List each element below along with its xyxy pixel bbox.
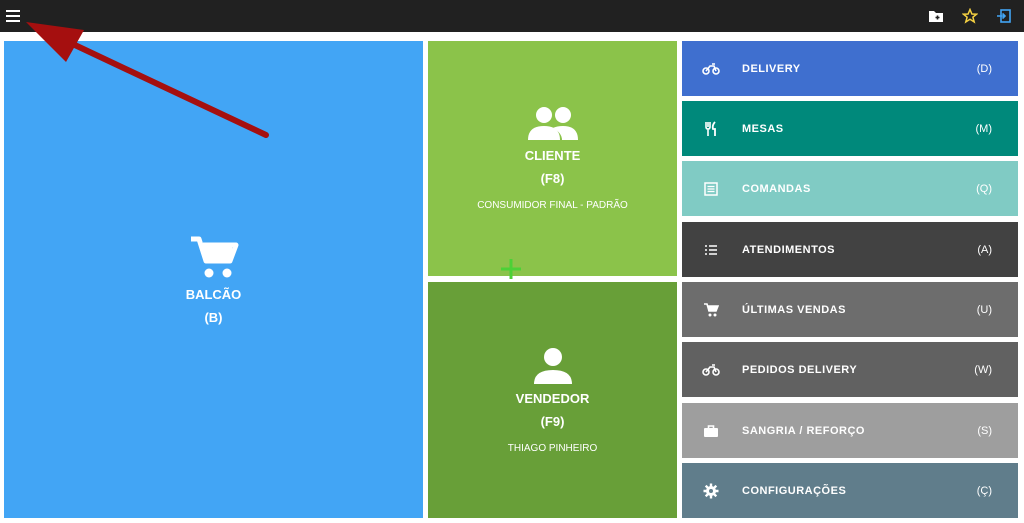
cliente-shortcut: (F8) xyxy=(540,171,565,186)
menu-pedidos-delivery-button[interactable]: PEDIDOS DELIVERY (W) xyxy=(682,342,1018,397)
list-box-icon xyxy=(702,180,720,198)
menu-ultimas-vendas-button[interactable]: ÚLTIMAS VENDAS (U) xyxy=(682,282,1018,337)
vendedor-shortcut: (F9) xyxy=(540,413,565,429)
person-icon xyxy=(533,347,572,384)
new-folder-icon[interactable] xyxy=(926,6,946,26)
vendedor-title: VENDEDOR xyxy=(515,390,590,406)
menu-label: DELIVERY xyxy=(742,62,801,75)
menu-icon[interactable] xyxy=(4,6,22,26)
menu-atendimentos-button[interactable]: ATENDIMENTOS (A) xyxy=(682,222,1018,277)
people-icon xyxy=(527,107,578,140)
balcao-shortcut: (B) xyxy=(204,309,223,325)
vendedor-name: THIAGO PINHEIRO xyxy=(507,442,598,454)
menu-label: ATENDIMENTOS xyxy=(742,243,835,256)
briefcase-icon xyxy=(702,422,720,440)
cliente-name: CONSUMIDOR FINAL - PADRÃO xyxy=(477,200,628,211)
menu-label: CONFIGURAÇÕES xyxy=(742,484,847,497)
motorcycle-icon xyxy=(702,60,720,78)
top-actions xyxy=(926,6,1014,26)
cliente-tile[interactable]: CLIENTE (F8) CONSUMIDOR FINAL - PADRÃO xyxy=(428,41,677,276)
menu-sangria-reforco-button[interactable]: SANGRIA / REFORÇO (S) xyxy=(682,403,1018,458)
menu-shortcut: (A) xyxy=(977,243,992,256)
vendedor-tile[interactable]: VENDEDOR (F9) THIAGO PINHEIRO xyxy=(428,282,677,518)
shopping-cart-icon xyxy=(190,236,238,277)
menu-shortcut: (W) xyxy=(974,363,992,376)
menu-label: SANGRIA / REFORÇO xyxy=(742,424,865,437)
balcao-tile[interactable]: BALCÃO (B) xyxy=(4,41,423,518)
menu-shortcut: (D) xyxy=(976,62,992,75)
menu-shortcut: (Ç) xyxy=(976,484,992,497)
list-icon xyxy=(702,241,720,259)
menu-shortcut: (S) xyxy=(977,424,992,437)
menu-configuracoes-button[interactable]: CONFIGURAÇÕES (Ç) xyxy=(682,463,1018,518)
menu-label: ÚLTIMAS VENDAS xyxy=(742,303,846,316)
star-outline-icon[interactable] xyxy=(960,6,980,26)
menu-delivery-button[interactable]: DELIVERY (D) xyxy=(682,41,1018,96)
motorcycle-icon xyxy=(702,361,720,379)
cliente-title: CLIENTE xyxy=(524,148,581,163)
menu-shortcut: (M) xyxy=(975,122,993,135)
menu-mesas-button[interactable]: MESAS (M) xyxy=(682,101,1018,156)
utensils-icon xyxy=(702,120,720,138)
menu-comandas-button[interactable]: COMANDAS (Q) xyxy=(682,161,1018,216)
balcao-title: BALCÃO xyxy=(185,286,242,302)
menu-shortcut: (Q) xyxy=(976,182,992,195)
top-bar xyxy=(0,0,1024,32)
menu-label: COMANDAS xyxy=(742,182,811,195)
menu-shortcut: (U) xyxy=(976,303,992,316)
logout-icon[interactable] xyxy=(994,6,1014,26)
gear-icon xyxy=(702,482,720,500)
menu-label: PEDIDOS DELIVERY xyxy=(742,363,858,376)
cart-icon xyxy=(702,301,720,319)
menu-label: MESAS xyxy=(742,122,784,135)
